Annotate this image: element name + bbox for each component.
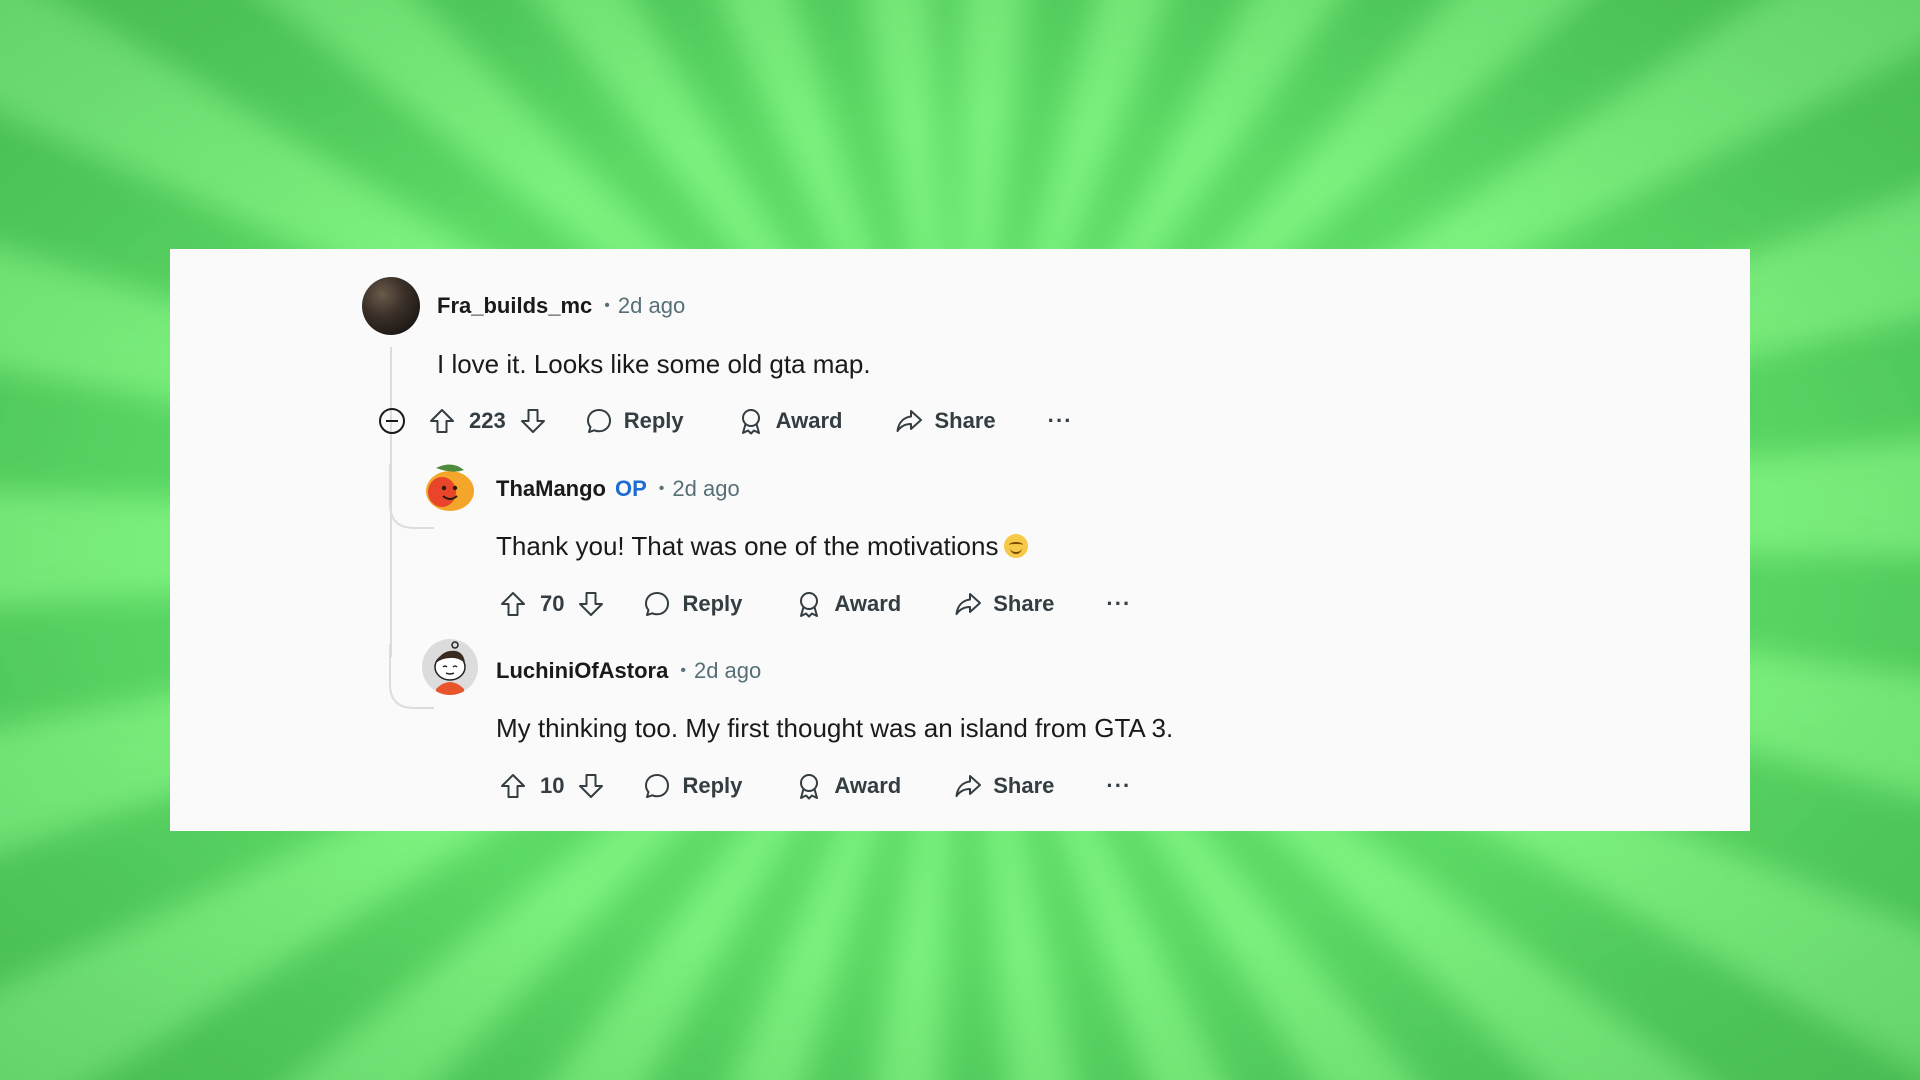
more-options-icon[interactable]: ··· <box>1106 773 1131 799</box>
comment-body-text: Thank you! That was one of the motivatio… <box>496 531 999 561</box>
reply-label: Reply <box>682 773 743 798</box>
comment-bubble-icon <box>645 774 670 798</box>
share-arrow-icon <box>896 410 923 432</box>
share-arrow-icon <box>955 775 982 797</box>
upvote-icon[interactable] <box>425 404 459 438</box>
more-options-icon[interactable]: ··· <box>1048 408 1073 434</box>
collapse-thread-icon[interactable] <box>375 404 409 438</box>
reply-label: Reply <box>682 591 743 616</box>
award-label: Award <box>834 591 902 616</box>
award-button[interactable]: Award <box>736 406 843 436</box>
vote-score: 70 <box>540 591 565 616</box>
reply-button[interactable]: Reply <box>584 406 684 436</box>
comment-actions: 70 Reply Award Share ··· <box>496 584 1131 624</box>
award-icon <box>800 592 819 618</box>
comment-actions: 223 Reply Award Share ··· <box>375 401 1073 441</box>
more-options-icon[interactable]: ··· <box>1106 591 1131 617</box>
award-icon <box>741 409 760 435</box>
username[interactable]: Fra_builds_mc <box>437 293 592 319</box>
smiling-face-emoji-icon <box>1004 534 1029 558</box>
timestamp[interactable]: 2d ago <box>618 293 685 319</box>
snoo-avatar[interactable] <box>422 639 478 695</box>
award-button[interactable]: Award <box>794 589 901 619</box>
comment-meta: Fra_builds_mc • 2d ago <box>437 286 685 326</box>
reply-label: Reply <box>623 408 684 433</box>
comment-thread-card: Fra_builds_mc • 2d ago I love it. Looks … <box>170 249 1750 831</box>
username[interactable]: LuchiniOfAstora <box>496 658 668 684</box>
comment-meta: ThaMango OP • 2d ago <box>496 469 740 509</box>
share-label: Share <box>934 408 996 433</box>
reply-button[interactable]: Reply <box>642 771 742 801</box>
vote-score: 223 <box>469 408 506 433</box>
comment-bubble-icon <box>586 409 611 433</box>
upvote-icon[interactable] <box>496 587 530 621</box>
meta-separator: • <box>680 662 686 679</box>
share-label: Share <box>993 773 1055 798</box>
upvote-icon[interactable] <box>496 769 530 803</box>
meta-separator: • <box>604 297 610 314</box>
mango-avatar[interactable] <box>422 458 478 514</box>
award-button[interactable]: Award <box>794 771 901 801</box>
share-label: Share <box>993 591 1055 616</box>
timestamp[interactable]: 2d ago <box>694 658 761 684</box>
timestamp[interactable]: 2d ago <box>672 476 739 502</box>
share-button[interactable]: Share <box>953 771 1054 801</box>
comment-body: I love it. Looks like some old gta map. <box>437 349 871 379</box>
share-arrow-icon <box>955 593 982 615</box>
reply-button[interactable]: Reply <box>642 589 742 619</box>
comment-meta: LuchiniOfAstora • 2d ago <box>496 651 761 691</box>
downvote-icon[interactable] <box>574 587 608 621</box>
award-label: Award <box>775 408 843 433</box>
meta-separator: • <box>658 480 665 497</box>
comment-body: Thank you! That was one of the motivatio… <box>496 531 1029 562</box>
comment-bubble-icon <box>645 592 670 616</box>
award-icon <box>800 774 819 800</box>
username[interactable]: ThaMango <box>496 476 606 502</box>
op-badge: OP <box>615 476 647 501</box>
downvote-icon[interactable] <box>574 769 608 803</box>
comment-actions: 10 Reply Award Share ··· <box>496 766 1131 806</box>
comment-body: My thinking too. My first thought was an… <box>496 713 1174 743</box>
share-button[interactable]: Share <box>894 406 996 436</box>
vote-score: 10 <box>540 773 565 798</box>
award-label: Award <box>834 773 902 798</box>
share-button[interactable]: Share <box>953 589 1054 619</box>
downvote-icon[interactable] <box>516 404 550 438</box>
dark-photo-avatar[interactable] <box>362 277 420 335</box>
